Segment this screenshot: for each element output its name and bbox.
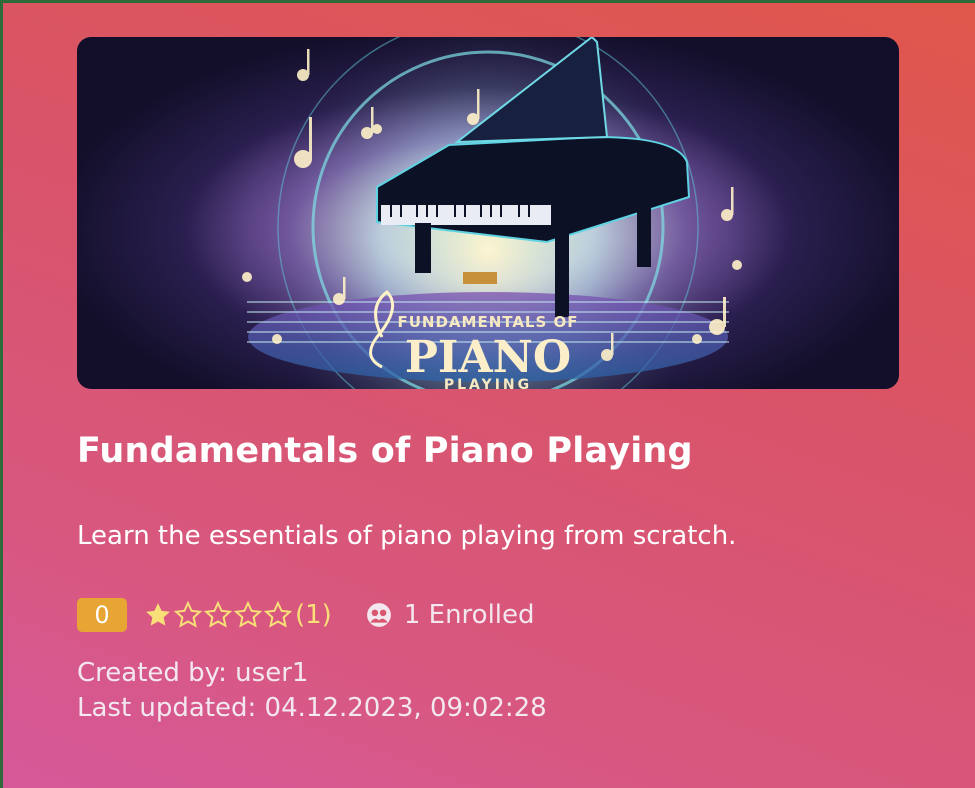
course-title[interactable]: Fundamentals of Piano Playing (77, 431, 693, 471)
star-outline-icon (203, 600, 233, 628)
star-outline-icon (263, 600, 293, 628)
course-meta-row: 0 (1) 1 Enrolled (77, 596, 535, 634)
artwork-title-line2: PIANO (405, 332, 571, 383)
course-cover-image: FUNDAMENTALS OF PIANO PLAYING (77, 37, 899, 389)
enrolled-label: 1 Enrolled (403, 600, 535, 630)
star-outline-icon (173, 600, 203, 628)
star-filled-icon (146, 603, 170, 626)
rating-count: (1) (295, 600, 332, 630)
piano-illustration: FUNDAMENTALS OF PIANO PLAYING (242, 37, 742, 389)
star-outline-icon (233, 600, 263, 628)
users-icon (366, 603, 391, 627)
price-badge: 0 (77, 598, 127, 632)
artwork-title-line1: FUNDAMENTALS OF (397, 313, 578, 331)
last-updated: Last updated: 04.12.2023, 09:02:28 (77, 693, 547, 723)
created-by: Created by: user1 (77, 658, 309, 688)
artwork-title-line3: PLAYING (444, 377, 532, 389)
rating-stars: (1) (143, 600, 332, 630)
enrolled-count: 1 Enrolled (366, 600, 535, 630)
course-description: Learn the essentials of piano playing fr… (77, 521, 737, 551)
course-card[interactable]: FUNDAMENTALS OF PIANO PLAYING Fundamenta… (3, 3, 975, 788)
